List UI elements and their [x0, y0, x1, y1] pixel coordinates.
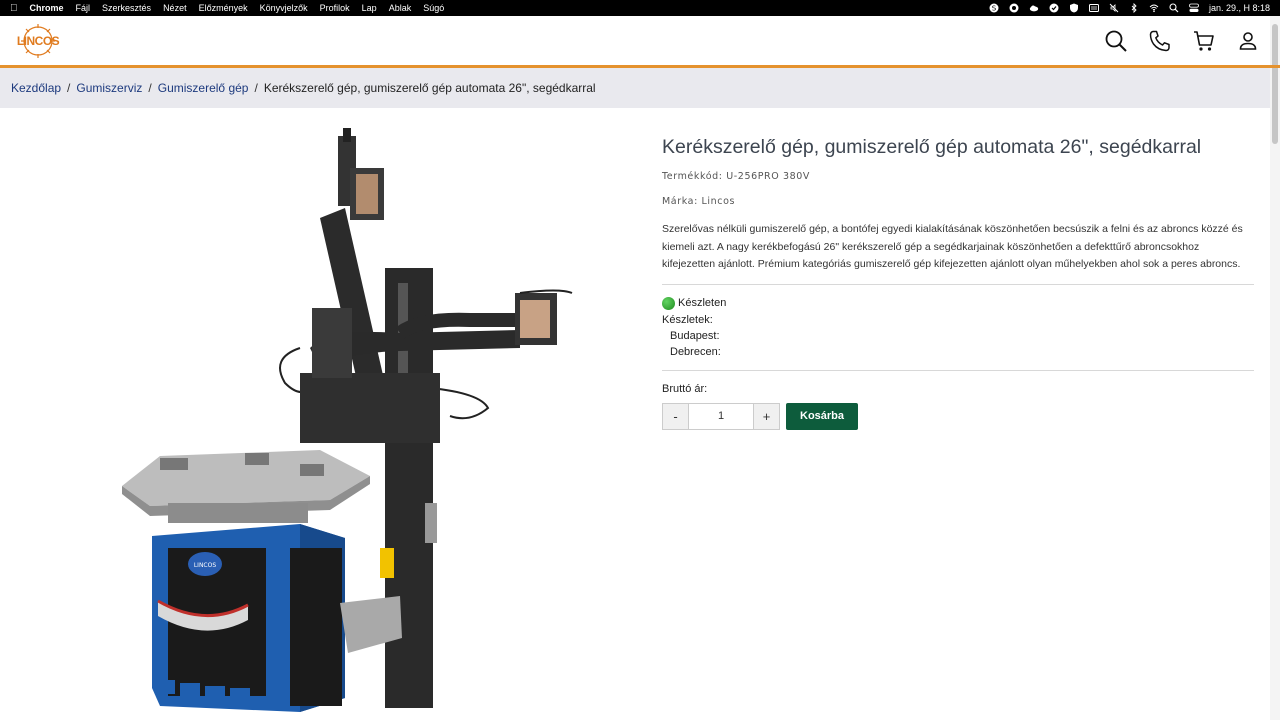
in-stock-dot-icon — [662, 296, 675, 310]
logo-text: LINCOS — [16, 33, 60, 48]
svg-text:S: S — [992, 5, 997, 13]
product-title: Kerékszerelő gép, gumiszerelő gép automa… — [662, 136, 1202, 158]
macos-menubar:  Chrome Fájl Szerkesztés Nézet Előzmény… — [0, 0, 1280, 16]
menu-view[interactable]: Nézet — [163, 3, 187, 13]
spotlight-search-icon[interactable] — [1169, 3, 1179, 13]
menu-app-name[interactable]: Chrome — [30, 3, 64, 13]
breadcrumb-tire-changer-link[interactable]: Gumiszerelő gép — [158, 81, 249, 95]
product-brand-value: Lincos — [701, 196, 736, 208]
product-code-label: Termékkód: — [662, 171, 723, 183]
quantity-increase-button[interactable]: + — [753, 402, 780, 430]
shield-icon[interactable] — [1069, 3, 1079, 13]
divider — [662, 369, 1254, 371]
quantity-row: - + Kosárba — [662, 402, 1254, 430]
header-cart-button[interactable] — [1192, 29, 1216, 53]
user-icon — [1239, 31, 1257, 50]
menubar-clock[interactable]: jan. 29., H 8:18 — [1209, 3, 1270, 13]
skype-icon[interactable]: S — [989, 3, 999, 13]
breadcrumb-current: Kerékszerelő gép, gumiszerelő gép automa… — [263, 81, 596, 95]
search-icon — [1105, 30, 1127, 52]
check-circle-icon[interactable] — [1049, 3, 1059, 13]
header-phone-button[interactable] — [1148, 29, 1172, 53]
stock-location-debrecen: Debrecen: — [670, 345, 721, 358]
breadcrumb-separator: / — [67, 81, 71, 95]
product-info: Kerékszerelő gép, gumiszerelő gép automa… — [650, 108, 1280, 720]
product-code: Termékkód: U-256PRO 380V — [662, 171, 1254, 182]
svg-text:LINCOS: LINCOS — [194, 562, 217, 569]
stock-status: Készleten — [662, 296, 1254, 310]
menu-help[interactable]: Súgó — [423, 3, 444, 13]
stock-location-budapest: Budapest: — [670, 329, 720, 342]
cloud-icon[interactable] — [1029, 3, 1039, 13]
wifi-icon[interactable] — [1149, 3, 1159, 13]
breadcrumb-tire-service-link[interactable]: Gumiszerviz — [76, 81, 142, 95]
quantity-input[interactable] — [689, 402, 753, 430]
site-header: LINCOS — [0, 16, 1280, 68]
menu-file[interactable]: Fájl — [76, 3, 91, 13]
header-icons — [1104, 29, 1264, 53]
menu-profiles[interactable]: Profilok — [320, 3, 350, 13]
breadcrumb: Kezdőlap / Gumiszerviz / Gumiszerelő gép… — [0, 68, 1270, 108]
header-search-button[interactable] — [1104, 29, 1128, 53]
breadcrumb-separator: / — [148, 81, 152, 95]
control-center-icon[interactable] — [1189, 3, 1199, 13]
menu-bookmarks[interactable]: Könyvjelzők — [260, 3, 308, 13]
menu-tab[interactable]: Lap — [362, 3, 377, 13]
keyboard-icon[interactable] — [1088, 3, 1099, 13]
divider — [662, 283, 1254, 285]
add-to-cart-button[interactable]: Kosárba — [786, 402, 859, 430]
stock-status-text: Készleten — [678, 297, 727, 310]
site-logo[interactable]: LINCOS — [16, 21, 60, 61]
status-area: S jan. 29., H 8:18 — [989, 3, 1270, 13]
mute-icon[interactable] — [1109, 3, 1119, 13]
menu-window[interactable]: Ablak — [389, 3, 412, 13]
product-image-area[interactable]: LINCOS — [0, 108, 650, 720]
menu-edit[interactable]: Szerkesztés — [102, 3, 151, 13]
product-description: Szerelővas nélküli gumiszerelő gép, a bo… — [662, 223, 1243, 271]
breadcrumb-home-link[interactable]: Kezdőlap — [11, 81, 61, 95]
product-page: LINCOS Kerékszerelő gép, gumiszerelő gép… — [0, 108, 1280, 720]
phone-icon — [1149, 30, 1170, 51]
apple-menu-icon[interactable]:  — [10, 3, 18, 14]
cart-icon — [1194, 30, 1214, 51]
tire-changer-machine-image[interactable]: LINCOS — [0, 108, 650, 720]
breadcrumb-separator: / — [254, 81, 258, 95]
stocks-label: Készletek: — [662, 313, 713, 326]
bluetooth-icon[interactable] — [1129, 3, 1139, 13]
header-account-button[interactable] — [1236, 29, 1260, 53]
product-brand: Márka: Lincos — [662, 196, 1254, 207]
menu-history[interactable]: Előzmények — [199, 3, 248, 13]
creative-cloud-icon[interactable] — [1009, 3, 1019, 13]
product-brand-label: Márka: — [662, 196, 698, 208]
quantity-decrease-button[interactable]: - — [662, 402, 689, 430]
product-code-value: U-256PRO 380V — [726, 171, 810, 183]
gross-price-label: Bruttó ár: — [662, 382, 708, 395]
